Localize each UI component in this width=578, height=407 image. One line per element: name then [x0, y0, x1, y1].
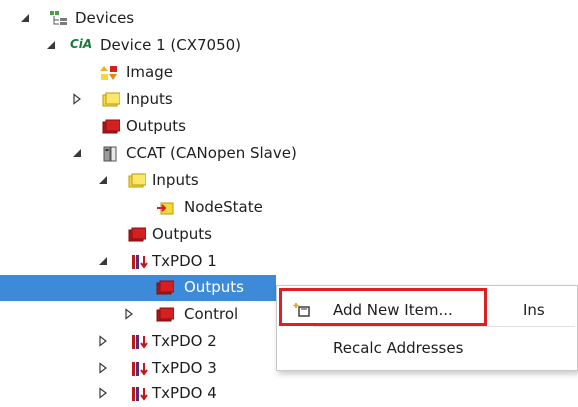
tree-node-devices[interactable]: Devices: [0, 6, 578, 32]
outputs-folder-icon: [128, 227, 146, 243]
pdo-icon: [130, 386, 148, 402]
expanded-arrow-icon[interactable]: [70, 146, 84, 160]
tree-node-txpdo-1-outputs[interactable]: Outputs: [0, 275, 276, 301]
tree-node-label: TxPDO 1: [152, 252, 217, 270]
tree-node-txpdo-4[interactable]: TxPDO 4: [0, 381, 578, 407]
tree-node-label: Outputs: [152, 225, 212, 243]
outputs-folder-icon: [156, 280, 174, 296]
ccat-slave-icon: [102, 146, 120, 162]
tree-node-image[interactable]: Image: [0, 60, 578, 86]
cia-icon: CiA: [70, 37, 93, 51]
tree-node-label: Device 1 (CX7050): [100, 36, 242, 54]
tree-node-label: TxPDO 2: [152, 332, 217, 350]
input-variable-icon: [156, 200, 174, 216]
tree-node-ccat[interactable]: CCAT (CANopen Slave): [0, 141, 578, 167]
devices-tree-icon: [50, 11, 68, 27]
tree-node-outputs[interactable]: Outputs: [0, 114, 578, 140]
pdo-icon: [130, 334, 148, 350]
inputs-folder-icon: [128, 173, 146, 189]
collapsed-arrow-icon[interactable]: [96, 386, 110, 400]
tree-node-label: TxPDO 4: [152, 384, 217, 402]
tree-node-label: Devices: [75, 9, 135, 27]
tree-node-label: Image: [126, 63, 173, 81]
pdo-icon: [130, 361, 148, 377]
expanded-arrow-icon[interactable]: [96, 254, 110, 268]
collapsed-arrow-icon[interactable]: [96, 334, 110, 348]
expanded-arrow-icon[interactable]: [18, 11, 32, 25]
inputs-folder-icon: [102, 92, 120, 108]
tree-node-label: Outputs: [184, 278, 244, 296]
highlight-box: [279, 288, 487, 326]
tree-node-label: CCAT (CANopen Slave): [126, 144, 297, 162]
tree-node-ccat-outputs[interactable]: Outputs: [0, 222, 578, 248]
menu-item-shortcut: Ins: [523, 301, 545, 319]
tree-node-label: NodeState: [184, 198, 263, 216]
tree-node-label: TxPDO 3: [152, 359, 217, 377]
tree-node-device-1[interactable]: CiA Device 1 (CX7050): [0, 33, 578, 59]
collapsed-arrow-icon[interactable]: [96, 361, 110, 375]
menu-item-label: Recalc Addresses: [333, 339, 464, 357]
tree-node-txpdo-1[interactable]: TxPDO 1: [0, 249, 578, 275]
tree-node-inputs[interactable]: Inputs: [0, 87, 578, 113]
tree-node-nodestate[interactable]: NodeState: [0, 195, 578, 221]
collapsed-arrow-icon[interactable]: [122, 307, 136, 321]
tree-node-label: Outputs: [126, 117, 186, 135]
tree-node-ccat-inputs[interactable]: Inputs: [0, 168, 578, 194]
expanded-arrow-icon[interactable]: [96, 173, 110, 187]
tree-node-label: Inputs: [126, 90, 173, 108]
outputs-folder-icon: [156, 307, 174, 323]
tree-node-label: Inputs: [152, 171, 199, 189]
menu-separator: [313, 326, 575, 327]
outputs-folder-icon: [102, 119, 120, 135]
expanded-arrow-icon[interactable]: [44, 38, 58, 52]
menu-item-recalc-addresses[interactable]: Recalc Addresses: [277, 329, 577, 367]
image-icon: [100, 65, 118, 81]
tree-node-label: Control: [184, 305, 239, 323]
pdo-icon: [130, 254, 148, 270]
collapsed-arrow-icon[interactable]: [70, 92, 84, 106]
